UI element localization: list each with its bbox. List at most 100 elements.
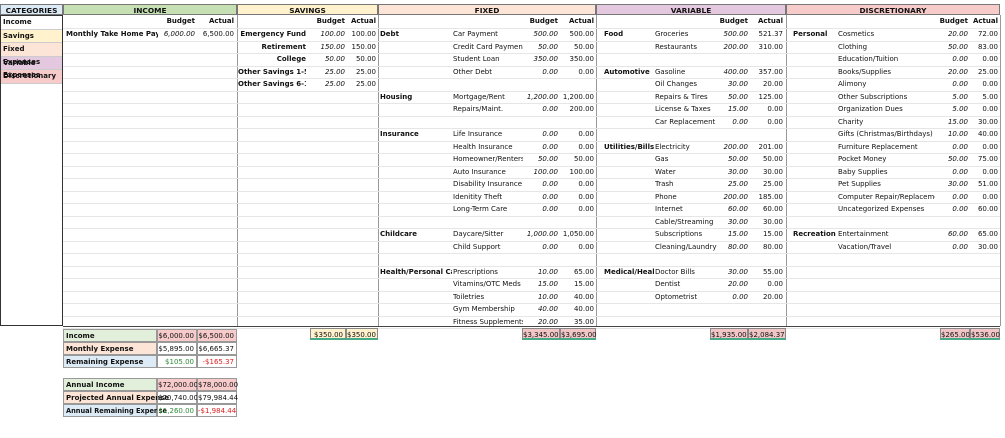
savings-row-label[interactable]: Emergency Fund [238, 28, 306, 41]
fixed-row-actual[interactable]: 35.00 [558, 316, 594, 329]
discretionary-row-actual[interactable]: 0.00 [968, 191, 998, 204]
variable-row-actual[interactable]: 80.00 [748, 241, 783, 254]
variable-row-label[interactable]: Cable/Streaming [655, 216, 717, 229]
variable-row-budget[interactable]: 25.00 [712, 178, 748, 191]
discretionary-row-label[interactable]: Baby Supplies [838, 166, 935, 179]
variable-row-label[interactable]: Doctor Bills [655, 266, 717, 279]
discretionary-group-label[interactable]: Recreation [793, 228, 838, 241]
fixed-row-label[interactable]: Car Payment [453, 28, 523, 41]
fixed-row-budget[interactable]: 350.00 [520, 53, 559, 66]
fixed-row-budget[interactable]: 1,000.00 [520, 228, 558, 241]
variable-row-budget[interactable]: 0.00 [712, 291, 748, 304]
fixed-row-budget[interactable]: 50.00 [520, 153, 558, 166]
variable-group-label[interactable]: Utilities/Bills [604, 141, 654, 154]
variable-row-label[interactable]: Groceries [655, 28, 717, 41]
variable-row-actual[interactable]: 0.00 [748, 116, 783, 129]
discretionary-row-actual[interactable]: 30.00 [968, 116, 998, 129]
discretionary-row-budget[interactable]: 10.00 [935, 128, 968, 141]
discretionary-row-label[interactable]: Computer Repair/Replacement [838, 191, 935, 204]
discretionary-row-label[interactable]: Charity [838, 116, 935, 129]
fixed-row-budget[interactable]: 10.00 [520, 291, 558, 304]
discretionary-row-label[interactable]: Vacation/Travel [838, 241, 935, 254]
fixed-row-label[interactable]: Other Debt [453, 66, 523, 79]
variable-row-label[interactable]: Subscriptions [655, 228, 717, 241]
savings-row-actual[interactable]: 25.00 [345, 78, 376, 91]
variable-row-actual[interactable]: 15.00 [748, 228, 783, 241]
fixed-row-actual[interactable]: 40.00 [558, 291, 594, 304]
discretionary-row-label[interactable]: Entertainment [838, 228, 935, 241]
fixed-row-label[interactable]: Daycare/Sitter [453, 228, 523, 241]
discretionary-row-budget[interactable]: 0.00 [935, 53, 968, 66]
category-variable[interactable]: Variable Expenses [1, 56, 62, 79]
fixed-row-actual[interactable]: 350.00 [558, 53, 595, 66]
variable-row-label[interactable]: Optometrist [655, 291, 717, 304]
discretionary-row-budget[interactable]: 20.00 [935, 66, 968, 79]
fixed-row-budget[interactable]: 1,200.00 [520, 91, 558, 104]
variable-row-actual[interactable]: 521.37 [748, 28, 784, 41]
variable-row-budget[interactable]: 500.00 [712, 28, 749, 41]
variable-row-budget[interactable]: 50.00 [712, 91, 748, 104]
variable-row-budget[interactable]: 30.00 [712, 216, 748, 229]
discretionary-row-budget[interactable]: 0.00 [935, 78, 968, 91]
variable-row-budget[interactable]: 50.00 [712, 153, 748, 166]
savings-row-budget[interactable]: 25.00 [308, 78, 345, 91]
variable-row-budget[interactable]: 30.00 [712, 266, 748, 279]
variable-row-actual[interactable]: 201.00 [748, 141, 784, 154]
discretionary-row-label[interactable]: Alimony [838, 78, 935, 91]
discretionary-row-budget[interactable]: 0.00 [935, 141, 968, 154]
fixed-row-label[interactable]: Prescriptions [453, 266, 523, 279]
discretionary-row-label[interactable]: Pocket Money [838, 153, 935, 166]
variable-row-label[interactable]: Gasoline [655, 66, 717, 79]
fixed-row-label[interactable]: Student Loan [453, 53, 523, 66]
discretionary-row-budget[interactable]: 50.00 [935, 153, 968, 166]
variable-row-label[interactable]: Trash [655, 178, 717, 191]
fixed-row-actual[interactable]: 15.00 [558, 278, 594, 291]
variable-row-actual[interactable]: 60.00 [748, 203, 783, 216]
discretionary-row-budget[interactable]: 5.00 [935, 91, 968, 104]
variable-row-budget[interactable]: 200.00 [712, 141, 749, 154]
variable-row-budget[interactable]: 60.00 [712, 203, 748, 216]
fixed-row-label[interactable]: Homeowner/Renters [453, 153, 523, 166]
variable-row-actual[interactable]: 20.00 [748, 78, 783, 91]
variable-row-label[interactable]: Internet [655, 203, 717, 216]
discretionary-row-actual[interactable]: 65.00 [968, 228, 998, 241]
fixed-row-label[interactable]: Vitamins/OTC Meds [453, 278, 523, 291]
variable-row-actual[interactable]: 20.00 [748, 291, 783, 304]
category-savings[interactable]: Savings [1, 29, 62, 43]
variable-row-label[interactable]: Water [655, 166, 717, 179]
fixed-row-budget[interactable]: 15.00 [520, 278, 558, 291]
discretionary-row-budget[interactable]: 20.00 [935, 28, 968, 41]
category-fixed[interactable]: Fixed Expenses [1, 43, 62, 66]
variable-row-label[interactable]: Gas [655, 153, 717, 166]
fixed-row-budget[interactable]: 10.00 [520, 266, 558, 279]
fixed-group-label[interactable]: Childcare [380, 228, 452, 241]
fixed-row-label[interactable]: Mortgage/Rent [453, 91, 523, 104]
variable-row-actual[interactable]: 30.00 [748, 216, 783, 229]
discretionary-row-label[interactable]: Education/Tuition [838, 53, 935, 66]
discretionary-row-actual[interactable]: 75.00 [968, 153, 998, 166]
discretionary-row-label[interactable]: Uncategorized Expenses [838, 203, 935, 216]
fixed-row-actual[interactable]: 40.00 [558, 303, 594, 316]
fixed-row-budget[interactable]: 0.00 [520, 141, 558, 154]
income-row-actual[interactable]: 6,500.00 [197, 28, 234, 41]
fixed-row-actual[interactable]: 0.00 [558, 141, 594, 154]
discretionary-row-budget[interactable]: 30.00 [935, 178, 968, 191]
fixed-row-budget[interactable]: 0.00 [520, 178, 558, 191]
fixed-row-label[interactable]: Long-Term Care [453, 203, 523, 216]
variable-row-label[interactable]: Phone [655, 191, 717, 204]
category-income[interactable]: Income [1, 16, 62, 30]
income-row-label[interactable]: Monthly Take Home Pay [66, 28, 158, 41]
savings-row-actual[interactable]: 50.00 [345, 53, 376, 66]
fixed-row-budget[interactable]: 40.00 [520, 303, 558, 316]
fixed-row-label[interactable]: Auto Insurance [453, 166, 523, 179]
discretionary-row-actual[interactable]: 60.00 [968, 203, 998, 216]
variable-row-budget[interactable]: 0.00 [712, 116, 748, 129]
fixed-row-actual[interactable]: 100.00 [558, 166, 595, 179]
discretionary-row-actual[interactable]: 0.00 [968, 141, 998, 154]
fixed-row-actual[interactable]: 50.00 [558, 153, 594, 166]
variable-row-actual[interactable]: 185.00 [748, 191, 784, 204]
fixed-row-label[interactable]: Child Support [453, 241, 523, 254]
discretionary-row-budget[interactable]: 0.00 [935, 241, 968, 254]
savings-row-label[interactable]: Other Savings 1-5 Years [238, 66, 306, 79]
fixed-row-budget[interactable]: 20.00 [520, 316, 558, 329]
